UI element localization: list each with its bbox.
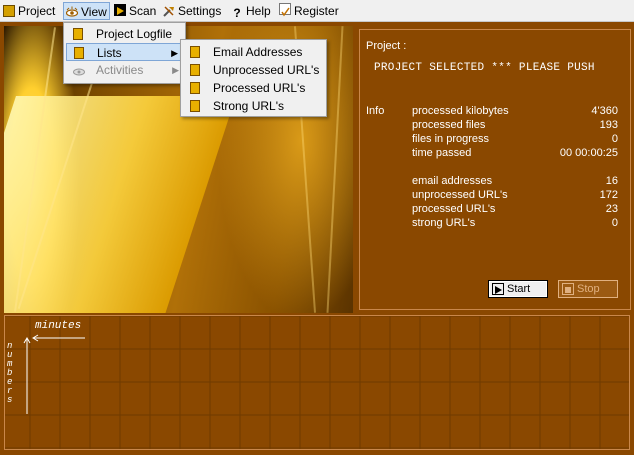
stat-value: 0 [611,217,618,229]
stat-value: 172 [599,189,618,201]
stat-label: processed files [412,119,486,131]
menu-bar: Project View Scan Settings ? Help Registe… [0,0,634,22]
stat-value: 193 [599,119,618,131]
submenu-arrow-icon: ▶ [172,65,179,75]
chart-grid [5,315,629,449]
stat-label: processed URL's [412,203,496,215]
menu-project[interactable]: Project [3,2,61,20]
menu-item-strong-urls[interactable]: Strong URL's [183,97,324,115]
eye-icon [73,64,85,76]
lists-submenu: Email Addresses Unprocessed URL's Proces… [180,39,327,117]
stat-value: 4'360 [591,105,618,117]
activity-chart: minutes numbers [4,315,630,450]
checkbox-icon [279,3,291,17]
menu-item-project-logfile[interactable]: Project Logfile [66,25,183,43]
eye-icon [65,5,79,17]
info-label: Info [366,105,385,117]
menu-help[interactable]: ? Help [231,2,275,20]
web-strand [326,26,344,313]
question-icon: ? [233,6,241,20]
book-icon [190,100,200,112]
view-dropdown: Project Logfile Lists ▶ Activities ▶ [63,22,186,84]
tools-icon [163,4,175,17]
stat-label: files in progress [412,133,490,145]
menu-item-lists[interactable]: Lists ▶ [66,43,183,61]
start-button[interactable]: Start [488,280,548,298]
menu-item-unprocessed-urls[interactable]: Unprocessed URL's [183,61,324,79]
book-icon [190,82,200,94]
stat-value: 00 00:00:25 [559,147,618,159]
stat-label: time passed [412,147,472,159]
stop-button[interactable]: Stop [558,280,618,298]
x-axis-label: minutes [35,320,82,332]
stat-label: email addresses [412,175,493,187]
menu-view[interactable]: View [63,2,110,20]
book-icon [190,64,200,76]
folder-icon [3,5,15,17]
stat-label: unprocessed URL's [412,189,508,201]
book-icon [190,46,200,58]
stop-icon [562,283,574,295]
menu-settings[interactable]: Settings [163,2,227,20]
stat-label: processed kilobytes [412,105,509,117]
book-icon [74,47,84,59]
project-status-text: PROJECT SELECTED *** PLEASE PUSH [374,62,595,74]
y-axis-label: numbers [7,341,13,405]
stat-value: 23 [605,203,618,215]
menu-item-processed-urls[interactable]: Processed URL's [183,79,324,97]
stat-value: 0 [611,133,618,145]
menu-item-activities[interactable]: Activities ▶ [66,61,183,79]
menu-scan[interactable]: Scan [114,2,160,20]
info-panel: Project : PROJECT SELECTED *** PLEASE PU… [359,29,631,310]
submenu-arrow-icon: ▶ [171,48,178,58]
book-icon [73,28,83,40]
grid-lines [5,315,629,449]
menu-item-email-addresses[interactable]: Email Addresses [183,43,324,61]
stat-label: strong URL's [412,217,476,229]
stat-value: 16 [605,175,618,187]
play-icon [492,283,504,295]
menu-register[interactable]: Register [279,2,343,20]
project-label: Project : [366,40,407,52]
play-icon [114,4,126,16]
